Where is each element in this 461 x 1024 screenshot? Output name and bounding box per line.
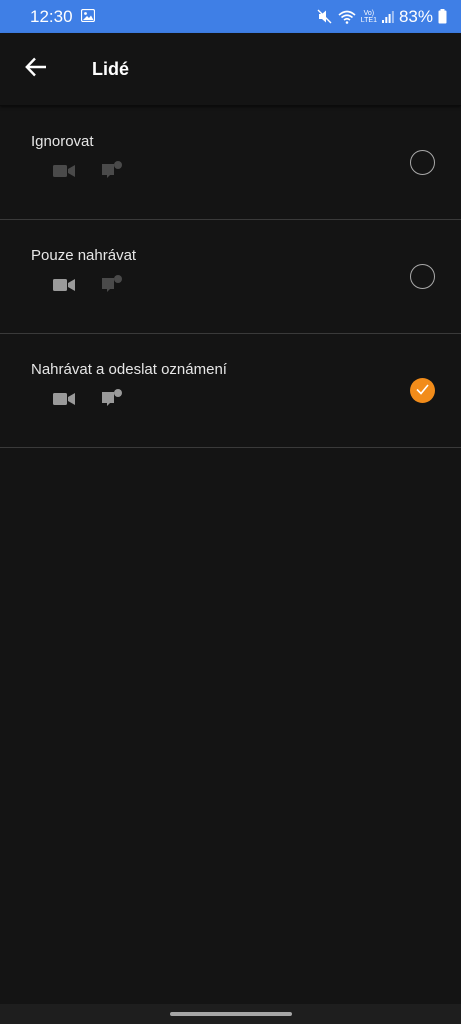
arrow-left-icon xyxy=(25,57,47,82)
option-record-and-notify[interactable]: Nahrávat a odeslat oznámení xyxy=(0,334,461,448)
option-label: Nahrávat a odeslat oznámení xyxy=(31,361,227,378)
notification-icon xyxy=(101,161,123,181)
video-camera-icon xyxy=(53,277,75,293)
back-button[interactable] xyxy=(0,33,72,105)
options-list: Ignorovat Pouze nahrávat Nahrávat a odes… xyxy=(0,105,461,448)
image-icon xyxy=(80,7,95,27)
check-icon xyxy=(416,382,429,400)
option-ignore[interactable]: Ignorovat xyxy=(0,106,461,220)
signal-icon xyxy=(381,10,394,23)
radio-button-checked[interactable] xyxy=(410,378,435,403)
volte-line2: LTE1 xyxy=(360,16,377,24)
app-bar: Lidé xyxy=(0,33,461,105)
mute-icon xyxy=(317,9,333,24)
radio-button[interactable] xyxy=(410,150,435,175)
option-label: Pouze nahrávat xyxy=(31,247,137,264)
battery-icon xyxy=(438,9,447,24)
navigation-bar xyxy=(0,1004,461,1024)
home-handle[interactable] xyxy=(169,1012,292,1016)
option-label: Ignorovat xyxy=(31,133,94,150)
battery-percent: 83% xyxy=(398,6,433,26)
volte-indicator: Vo) LTE1 xyxy=(361,10,377,24)
notification-icon xyxy=(101,275,123,295)
status-bar: 12:30 Vo) LTE1 83% xyxy=(0,0,461,33)
video-camera-icon xyxy=(53,391,75,407)
volte-line1: Vo) xyxy=(363,9,375,17)
video-camera-icon xyxy=(53,163,75,179)
option-record-only[interactable]: Pouze nahrávat xyxy=(0,220,461,334)
radio-button[interactable] xyxy=(410,264,435,289)
notification-icon xyxy=(101,389,123,409)
wifi-icon xyxy=(338,10,356,24)
status-time: 12:30 xyxy=(30,6,73,26)
page-title: Lidé xyxy=(92,58,130,79)
